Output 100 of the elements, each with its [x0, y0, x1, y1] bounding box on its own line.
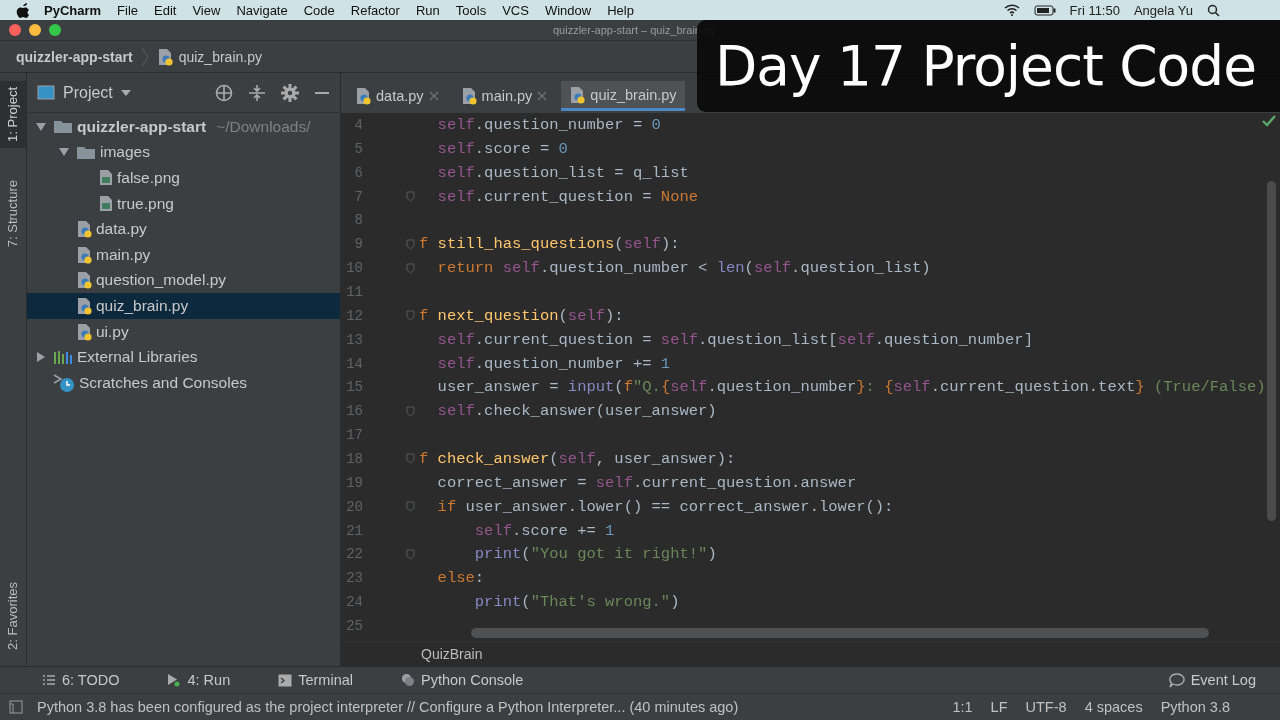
breadcrumb-item[interactable]: quizzler-app-start	[16, 48, 133, 65]
scratches-icon	[53, 372, 75, 393]
python-icon	[401, 673, 415, 687]
line-number: 24	[345, 594, 363, 611]
project-view-dropdown[interactable]: Project	[37, 83, 131, 102]
menu-item[interactable]: Help	[607, 2, 634, 18]
python-file-icon	[355, 87, 371, 105]
tree-item[interactable]: false.png	[27, 165, 340, 191]
close-button[interactable]	[9, 24, 21, 36]
settings-icon[interactable]	[281, 83, 299, 102]
menu-item[interactable]: Refactor	[350, 2, 400, 18]
code-line: self.question_number = 0	[436, 115, 661, 134]
editor-tab[interactable]: quiz_brain.py	[561, 81, 685, 111]
status-item[interactable]: Python 3.8	[1160, 699, 1230, 715]
python-file-icon	[76, 245, 92, 264]
line-number: 17	[345, 427, 363, 444]
minimize-button[interactable]	[29, 24, 41, 36]
code-line: user_answer = input(f"Q.{self.question_number}: {self.current_question.text} (True/False)	[436, 378, 1266, 397]
speech-balloon-icon	[1168, 672, 1185, 688]
user-name[interactable]: Angela Yu	[1133, 2, 1193, 18]
editor-tab[interactable]: main.py	[452, 81, 556, 111]
line-number: 5	[353, 140, 363, 157]
horizontal-scrollbar[interactable]	[471, 628, 1209, 638]
menu-item[interactable]: Tools	[455, 2, 487, 18]
wifi-icon	[1003, 4, 1020, 16]
side-tab[interactable]: 7: Structure	[0, 173, 26, 254]
tree-item[interactable]: question_model.py	[27, 267, 340, 294]
code-line: self.question_list = q_list	[436, 163, 689, 182]
code-line: return self.question_number < len(self.question_list)	[436, 259, 931, 278]
code-line: if user_answer.lower() == correct_answer.lower():	[436, 497, 894, 516]
line-number: 10	[345, 260, 363, 277]
tree-item[interactable]: External Libraries	[27, 344, 340, 370]
python-file-icon	[76, 322, 92, 341]
tree-item[interactable]: main.py	[27, 241, 340, 268]
menu-item[interactable]: Edit	[154, 2, 177, 18]
line-number: 22	[345, 546, 363, 563]
folder-icon	[53, 119, 73, 135]
tool-window-tab[interactable]: 4: Run	[167, 672, 255, 688]
code-line: self.question_number += 1	[436, 354, 671, 373]
terminal-icon	[278, 673, 293, 687]
tree-item[interactable]: Scratches and Consoles	[27, 369, 340, 396]
check-icon	[1262, 115, 1276, 127]
collapse-icon[interactable]	[248, 83, 266, 102]
code-line: self.current_question = self.question_list[self.question_number]	[436, 330, 1033, 349]
list-icon	[42, 674, 56, 686]
side-tab[interactable]: 1: Project	[0, 81, 26, 148]
editor-tab[interactable]: data.py	[347, 81, 447, 111]
breadcrumb-item[interactable]: QuizBrain	[421, 646, 483, 662]
menu-item[interactable]: View	[192, 2, 221, 18]
line-number: 14	[345, 355, 363, 372]
line-number: 21	[345, 522, 363, 539]
line-number: 16	[345, 403, 363, 420]
status-item[interactable]: 1:1	[952, 699, 973, 715]
zoom-button[interactable]	[49, 24, 61, 36]
python-file-icon	[76, 220, 92, 239]
line-number: 7	[353, 188, 363, 205]
event-log-tab[interactable]: Event Log	[1168, 672, 1280, 688]
apple-icon	[16, 2, 30, 18]
menu-item[interactable]: VCS	[502, 2, 529, 18]
library-icon	[53, 349, 73, 365]
play-icon	[167, 673, 182, 687]
line-number: 6	[353, 164, 363, 181]
banner-text: Day 17 Project Code	[715, 34, 1257, 98]
tree-item[interactable]: true.png	[27, 190, 340, 217]
code-line: else:	[436, 569, 485, 588]
tool-window-tab[interactable]: Python Console	[401, 672, 548, 688]
tree-item[interactable]: quizzler-app-start ~/Downloads/	[27, 114, 340, 140]
status-item[interactable]: LF	[990, 699, 1008, 715]
side-tab[interactable]: 2: Favorites	[0, 576, 26, 656]
app-menu[interactable]: PyCharm	[44, 2, 102, 18]
search-icon	[1207, 3, 1220, 17]
tree-item[interactable]: data.py	[27, 216, 340, 242]
status-item[interactable]: UTF-8	[1025, 699, 1067, 715]
tree-item[interactable]: ui.py	[27, 318, 340, 345]
crosshair-icon[interactable]	[215, 83, 233, 102]
code-line: print("That's wrong.")	[473, 593, 680, 612]
close-icon	[537, 91, 548, 101]
line-number: 20	[345, 498, 363, 515]
tree-item[interactable]: images	[27, 139, 340, 166]
menu-item[interactable]: Run	[415, 2, 440, 18]
vertical-scrollbar[interactable]	[1267, 181, 1276, 521]
code-line: f next_question(self):	[419, 306, 624, 325]
code-line: self.check_answer(user_answer)	[436, 402, 717, 421]
menu-item[interactable]: Navigate	[236, 2, 288, 18]
menu-item[interactable]: Code	[303, 2, 335, 18]
line-number: 4	[353, 116, 363, 133]
tool-window-tab[interactable]: Terminal	[278, 672, 377, 688]
panel-toggle-icon	[9, 700, 23, 714]
tree-item[interactable]: quiz_brain.py	[27, 293, 340, 319]
python-file-icon	[569, 85, 586, 104]
tool-window-tab[interactable]: 6: TODO	[42, 672, 144, 688]
python-file-icon	[460, 87, 477, 105]
line-number: 13	[345, 331, 363, 348]
status-item[interactable]: 4 spaces	[1084, 699, 1143, 715]
python-file-icon	[76, 271, 92, 290]
breadcrumb-item[interactable]: quiz_brain.py	[178, 48, 262, 65]
code-line: self.score = 0	[436, 139, 568, 158]
python-file-icon	[76, 296, 92, 315]
menu-item[interactable]: Window	[544, 2, 592, 18]
menu-item[interactable]: File	[117, 2, 139, 18]
